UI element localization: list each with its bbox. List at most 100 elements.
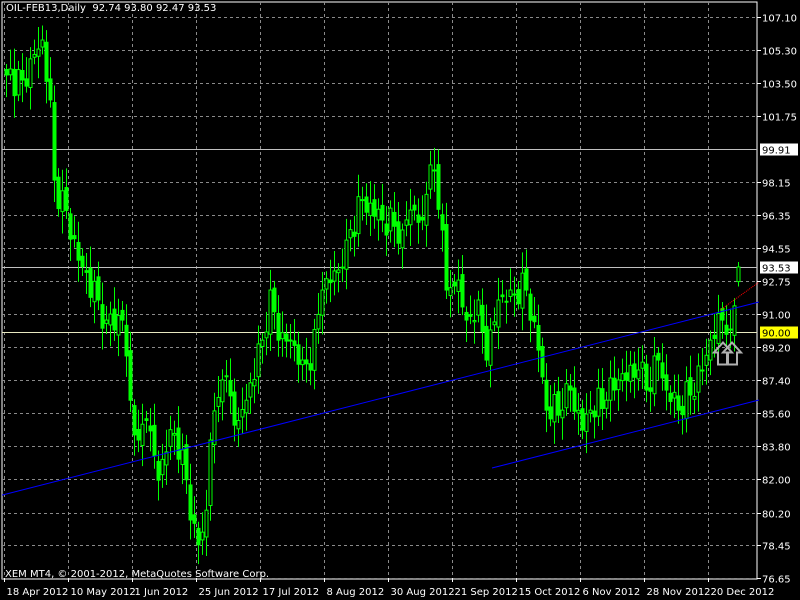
candle-body	[128, 350, 133, 401]
candle-body	[32, 53, 37, 58]
candle-body	[180, 449, 185, 465]
candle-body	[360, 199, 365, 202]
trendline-upper-channel	[1, 301, 760, 496]
candle-body	[568, 385, 573, 391]
candle-body	[564, 383, 569, 409]
candle-body	[336, 269, 341, 274]
candle-body	[300, 359, 305, 366]
candle-body	[144, 418, 149, 421]
candle-body	[464, 311, 469, 321]
candle-body	[632, 363, 637, 378]
candle-body	[136, 428, 141, 441]
candle-body	[120, 309, 125, 321]
candle-body	[496, 299, 501, 328]
candle-body	[152, 424, 157, 457]
candle-body	[52, 102, 57, 181]
candle-body	[104, 319, 109, 324]
candle-body	[572, 387, 577, 412]
y-tick-label: 91.00	[762, 311, 791, 322]
x-tick-label: 17 Jul 2012	[263, 587, 320, 598]
candle-body	[88, 267, 93, 298]
candle-body	[240, 409, 245, 418]
candle-body	[408, 209, 413, 226]
candle-body	[364, 196, 369, 213]
candle-body	[268, 289, 273, 335]
candle-body	[12, 68, 17, 97]
candle-body	[264, 331, 269, 339]
y-tick-label: 89.20	[762, 344, 791, 355]
candle-body	[436, 164, 441, 210]
candle-body	[272, 287, 277, 313]
level-label: 99.91	[762, 146, 791, 157]
candle-body	[380, 204, 385, 221]
candle-body	[280, 332, 285, 340]
x-tick-label: 30 Aug 2012	[391, 587, 455, 598]
candle-body	[228, 379, 233, 397]
candle-body	[660, 362, 665, 379]
candle-body	[448, 287, 453, 297]
candle-body	[356, 196, 361, 235]
candle-body	[612, 377, 617, 391]
candle-body	[692, 396, 697, 400]
y-tick-label: 85.60	[762, 410, 791, 421]
candle-body	[516, 289, 521, 305]
candle-body	[624, 372, 629, 381]
candle-body	[108, 313, 113, 326]
y-tick-label: 92.75	[762, 278, 791, 289]
candle-body	[484, 325, 489, 361]
candle-body	[236, 419, 241, 430]
candle-body	[4, 69, 9, 76]
candle-body	[124, 324, 129, 357]
candle-body	[668, 392, 673, 402]
candle-body	[96, 276, 101, 301]
candle-body	[724, 324, 729, 335]
level-label: 90.00	[762, 329, 791, 340]
candle-body	[608, 377, 613, 401]
candle-body	[140, 423, 145, 446]
candle-body	[488, 329, 493, 366]
candle-body	[192, 514, 197, 524]
candle-body	[508, 289, 513, 297]
candle-body	[244, 399, 249, 414]
candle-body	[396, 221, 401, 244]
candle-body	[512, 293, 517, 296]
candle-body	[576, 409, 581, 414]
candle-body	[404, 219, 409, 226]
candle-body	[184, 444, 189, 481]
candle-body	[588, 409, 593, 414]
x-tick-label: 21 Sep 2012	[455, 587, 518, 598]
candle-body	[76, 241, 81, 261]
candle-body	[412, 204, 417, 211]
level-label: 93.53	[762, 264, 791, 275]
y-tick-label: 87.40	[762, 377, 791, 388]
candle-body	[100, 304, 105, 329]
candle-body	[340, 266, 345, 269]
candle-body	[492, 321, 497, 326]
x-tick-label: 28 Nov 2012	[647, 587, 711, 598]
y-tick-label: 107.10	[762, 14, 797, 25]
candle-body	[116, 315, 121, 336]
candle-body	[24, 78, 29, 87]
candle-body	[44, 41, 49, 82]
candle-body	[64, 187, 69, 211]
candle-body	[292, 340, 297, 346]
candle-body	[308, 363, 313, 371]
price-chart[interactable]: 107.10 105.30 103.50 101.75 98.15 96.35 94.55 9…	[0, 0, 800, 600]
candle-body	[288, 339, 293, 342]
candle-body	[520, 272, 525, 309]
candle-body	[248, 382, 253, 398]
candle-body	[548, 406, 553, 420]
y-tick-label: 80.20	[762, 510, 791, 521]
candle-body	[720, 307, 725, 321]
candle-body	[200, 531, 205, 541]
candle-body	[452, 281, 457, 287]
candle-body	[704, 354, 709, 366]
candle-body	[388, 207, 393, 232]
x-tick-label: 15 Oct 2012	[519, 587, 581, 598]
candle-body	[28, 58, 33, 88]
plot-frame	[1, 1, 758, 580]
y-tick-label: 103.50	[762, 80, 797, 91]
candle-body	[640, 361, 645, 369]
candle-body	[628, 364, 633, 382]
candle-body	[392, 211, 397, 227]
